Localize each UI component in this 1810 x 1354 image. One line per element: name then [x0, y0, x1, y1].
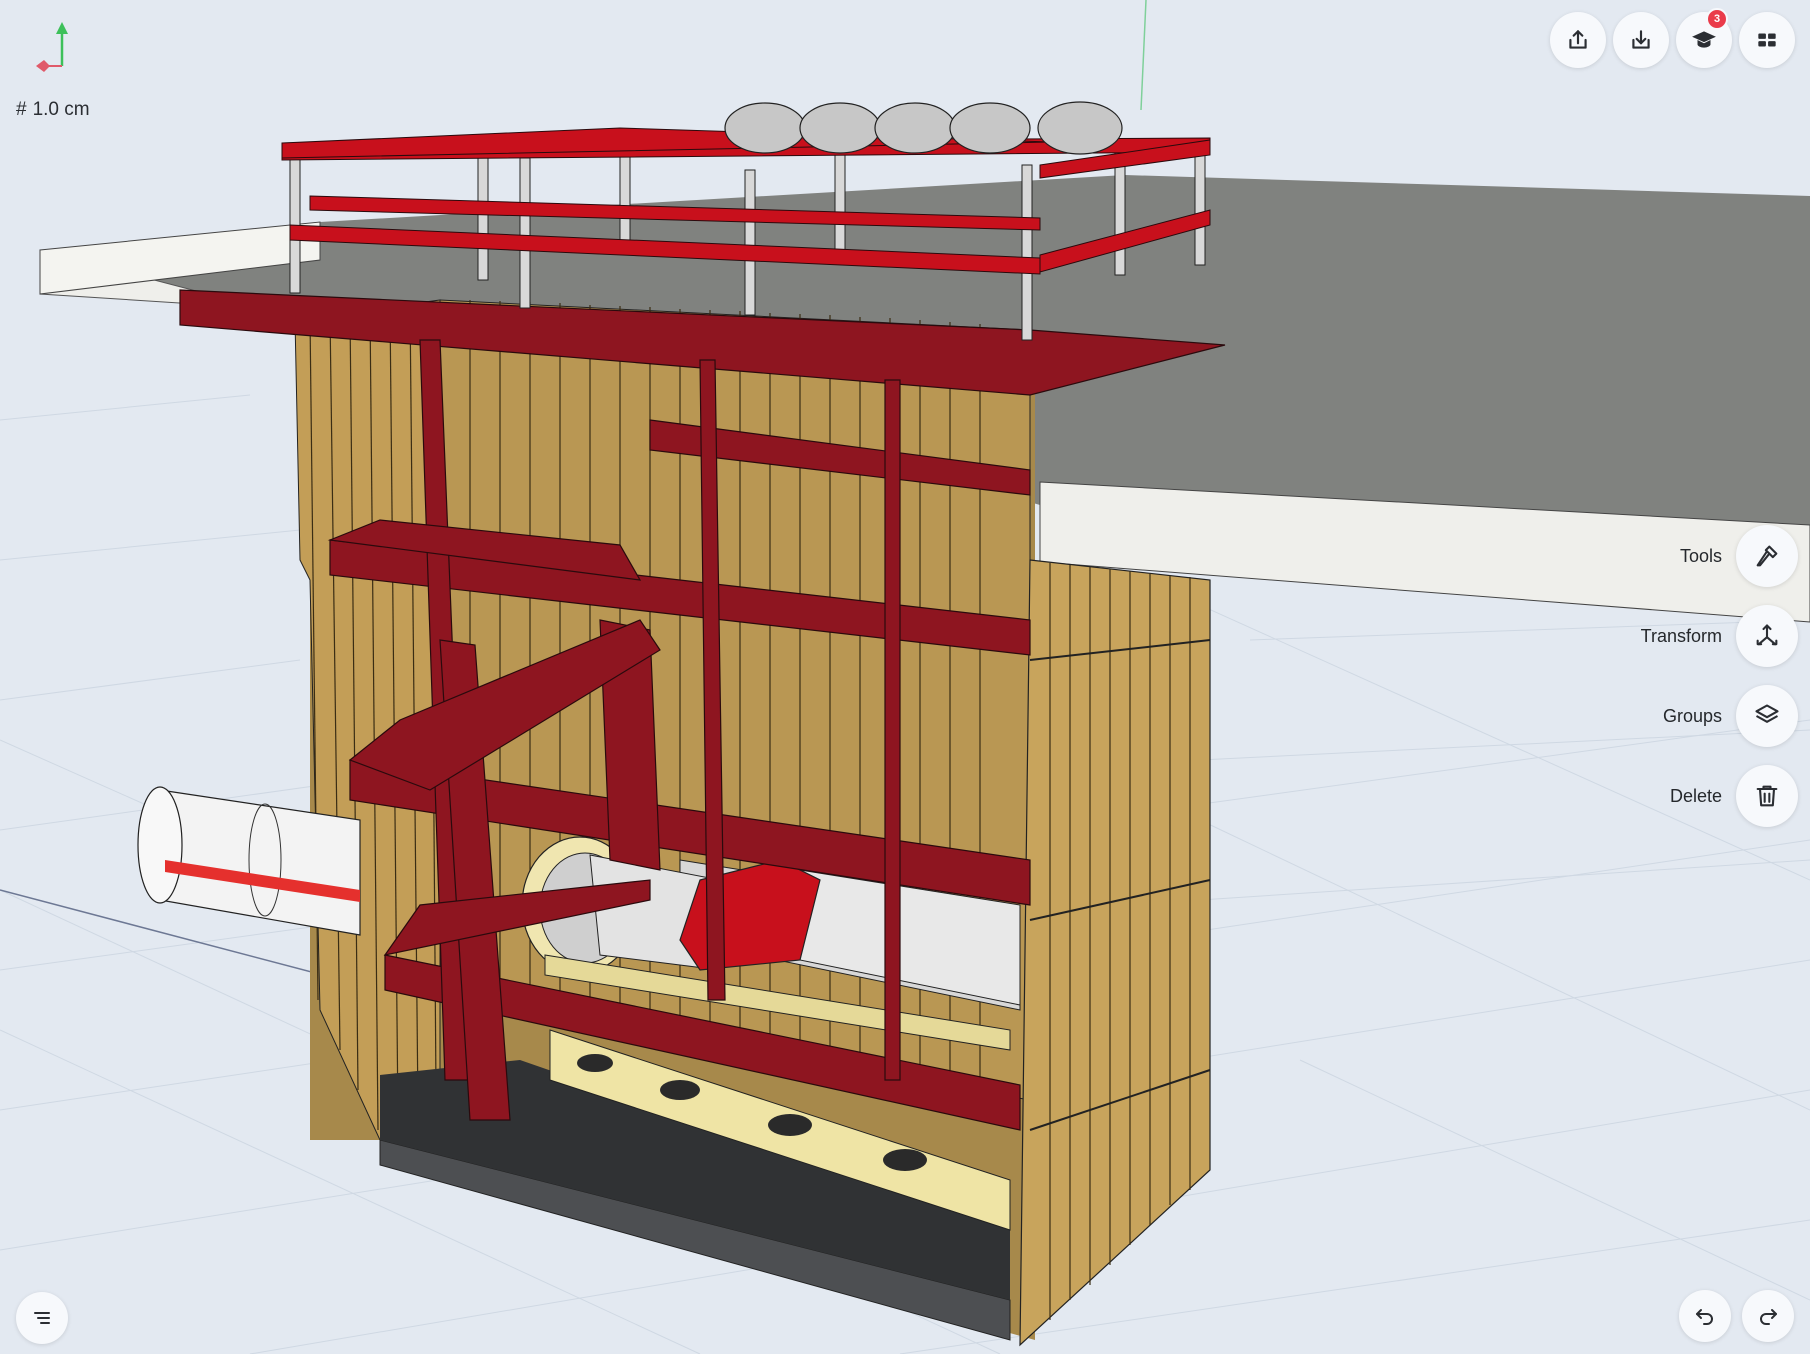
hammer-icon: [1756, 545, 1778, 567]
transform-axes-icon: [1756, 624, 1778, 646]
transform-label: Transform: [1640, 625, 1722, 646]
import-button[interactable]: [1613, 12, 1669, 68]
groups-button[interactable]: [1736, 685, 1798, 747]
redo-button[interactable]: [1742, 1290, 1794, 1342]
pipe-stack[interactable]: [724, 101, 1123, 155]
undo-icon: [1696, 1309, 1713, 1325]
model-scene[interactable]: [0, 0, 1810, 1354]
apps-button[interactable]: [1739, 12, 1795, 68]
redo-icon: [1760, 1309, 1777, 1325]
export-button[interactable]: [1550, 12, 1606, 68]
grid-size-value: 1.0 cm: [32, 99, 90, 120]
delete-button[interactable]: [1736, 765, 1798, 827]
download-icon: [1632, 30, 1650, 49]
notification-badge: 3: [1706, 8, 1728, 30]
tools-button[interactable]: [1736, 525, 1798, 587]
y-axis-line: [1140, 0, 1147, 111]
graduation-cap-icon: [1692, 31, 1716, 48]
transform-menu-item[interactable]: Transform: [1641, 604, 1798, 668]
delete-menu-item[interactable]: Delete: [1670, 764, 1798, 828]
learn-button[interactable]: 3: [1676, 8, 1732, 68]
transform-button[interactable]: [1736, 605, 1798, 667]
share-upload-icon: [1569, 30, 1587, 49]
grid-hash-label: #: [16, 99, 27, 120]
layers-icon: [1755, 704, 1779, 723]
front-lagging-wall: [1019, 559, 1211, 1347]
trash-icon: [1756, 785, 1778, 807]
groups-label: Groups: [1662, 705, 1722, 726]
undo-button[interactable]: [1679, 1290, 1731, 1342]
grid-size-indicator: # 1.0 cm: [16, 99, 90, 121]
groups-menu-item[interactable]: Groups: [1663, 684, 1798, 748]
app-grid-icon: [1758, 33, 1776, 47]
menu-lines-icon: [34, 1312, 50, 1324]
axis-gizmo[interactable]: [28, 22, 88, 82]
tools-label: Tools: [1679, 545, 1722, 566]
3d-viewport[interactable]: [0, 0, 1810, 1354]
main-menu-button[interactable]: [16, 1292, 68, 1344]
delete-label: Delete: [1669, 785, 1722, 806]
tools-menu-item[interactable]: Tools: [1680, 524, 1798, 588]
